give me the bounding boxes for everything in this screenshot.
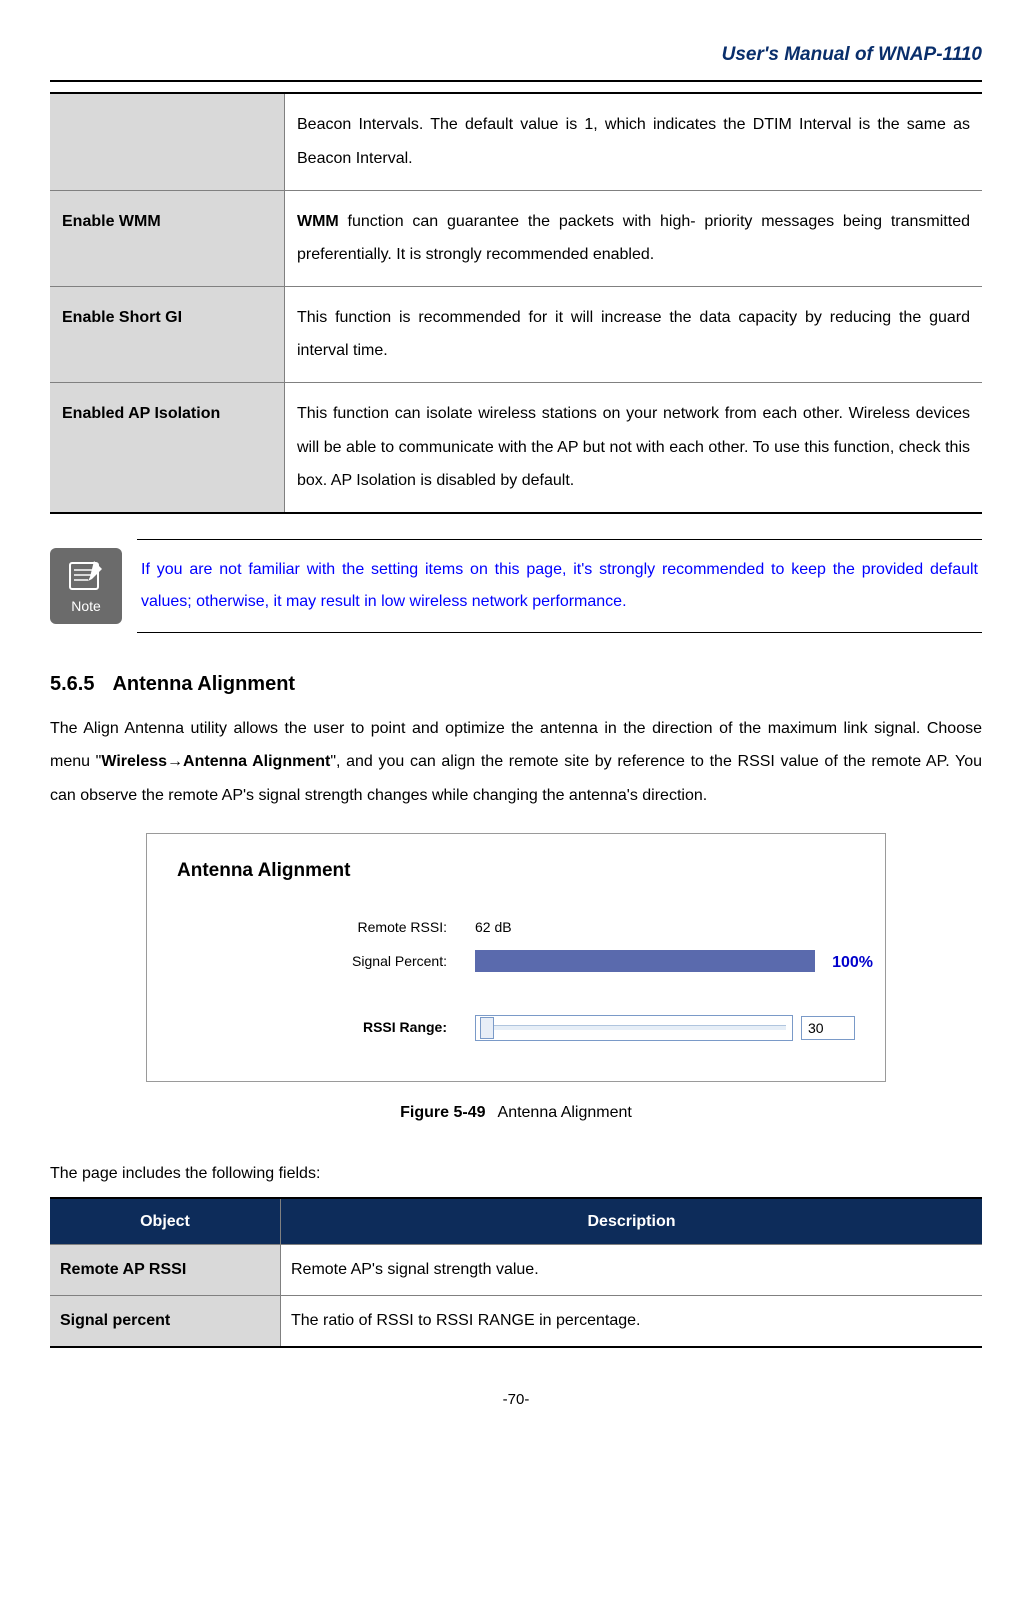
fields-header-description: Description <box>281 1198 983 1245</box>
setting-desc: This function can isolate wireless stati… <box>285 382 983 512</box>
setting-bold: WMM <box>297 213 339 230</box>
fields-intro: The page includes the following fields: <box>50 1161 982 1187</box>
menu-path-bold: Wireless <box>101 753 167 770</box>
table-row: Signal percent The ratio of RSSI to RSSI… <box>50 1296 982 1347</box>
table-header-row: Object Description <box>50 1198 982 1245</box>
menu-arrow: → <box>167 753 183 770</box>
section-heading: 5.6.5 Antenna Alignment <box>50 668 982 700</box>
setting-desc: WMM function can guarantee the packets w… <box>285 190 983 286</box>
table-row: Enabled AP Isolation This function can i… <box>50 382 982 512</box>
setting-desc: Beacon Intervals. The default value is 1… <box>285 93 983 190</box>
setting-label: Enabled AP Isolation <box>50 382 285 512</box>
notepad-icon <box>64 557 108 593</box>
fields-header-object: Object <box>50 1198 281 1245</box>
setting-desc: This function is recommended for it will… <box>285 286 983 382</box>
fields-table: Object Description Remote AP RSSI Remote… <box>50 1197 982 1348</box>
antenna-alignment-figure: Antenna Alignment Remote RSSI: 62 dB Sig… <box>146 833 886 1082</box>
rssi-range-input[interactable] <box>801 1016 855 1040</box>
note-text: If you are not familiar with the setting… <box>137 539 982 633</box>
remote-rssi-label: Remote RSSI: <box>177 916 475 938</box>
signal-percent-value: 100% <box>832 950 873 976</box>
table-row: Beacon Intervals. The default value is 1… <box>50 93 982 190</box>
figure-caption: Figure 5-49 Antenna Alignment <box>50 1100 982 1126</box>
signal-percent-bar: 100% <box>475 950 815 972</box>
page-header: User's Manual of WNAP-1110 <box>50 40 982 70</box>
setting-text: function can guarantee the packets with … <box>297 213 970 264</box>
setting-label <box>50 93 285 190</box>
header-divider <box>50 80 982 82</box>
figure-title: Antenna Alignment <box>177 856 855 886</box>
note-icon-label: Note <box>71 595 101 617</box>
rssi-range-label: RSSI Range: <box>177 1016 475 1038</box>
signal-percent-label: Signal Percent: <box>177 950 475 972</box>
setting-label: Enable WMM <box>50 190 285 286</box>
field-desc: Remote AP's signal strength value. <box>281 1245 983 1296</box>
figure-caption-number: Figure 5-49 <box>400 1104 485 1121</box>
rssi-range-row: RSSI Range: <box>177 1015 855 1041</box>
menu-path-bold: Antenna Alignment <box>183 753 330 770</box>
settings-table: Beacon Intervals. The default value is 1… <box>50 92 982 513</box>
table-row: Remote AP RSSI Remote AP's signal streng… <box>50 1245 982 1296</box>
section-body: The Align Antenna utility allows the use… <box>50 712 982 813</box>
table-row: Enable Short GI This function is recomme… <box>50 286 982 382</box>
signal-percent-row: Signal Percent: 100% <box>177 950 855 972</box>
field-label: Signal percent <box>50 1296 281 1347</box>
remote-rssi-value: 62 dB <box>475 916 855 938</box>
note-block: Note If you are not familiar with the se… <box>50 539 982 633</box>
rssi-range-slider[interactable] <box>475 1015 793 1041</box>
table-row: Enable WMM WMM function can guarantee th… <box>50 190 982 286</box>
field-label: Remote AP RSSI <box>50 1245 281 1296</box>
setting-label: Enable Short GI <box>50 286 285 382</box>
page-number: -70- <box>50 1388 982 1412</box>
field-desc: The ratio of RSSI to RSSI RANGE in perce… <box>281 1296 983 1347</box>
figure-caption-text: Antenna Alignment <box>498 1104 632 1121</box>
section-title-text: Antenna Alignment <box>112 673 295 695</box>
remote-rssi-row: Remote RSSI: 62 dB <box>177 916 855 938</box>
section-number: 5.6.5 <box>50 668 94 700</box>
note-icon: Note <box>50 548 122 624</box>
